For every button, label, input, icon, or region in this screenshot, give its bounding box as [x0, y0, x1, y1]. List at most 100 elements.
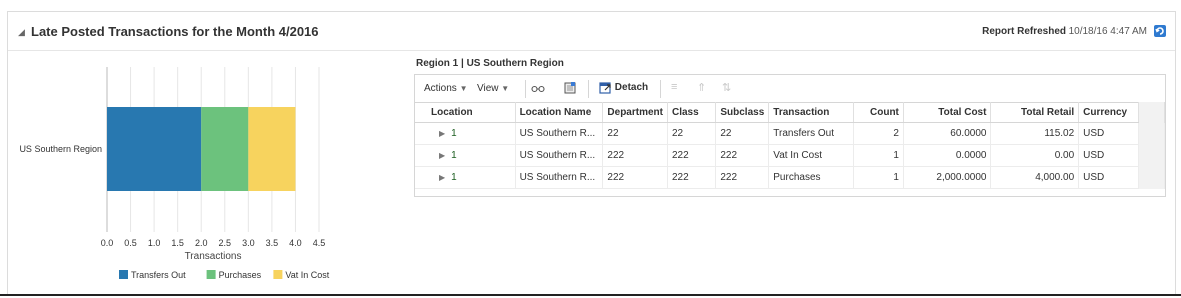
x-tick-label: 2.5: [219, 238, 232, 248]
detach-icon: [599, 82, 611, 94]
actions-menu[interactable]: Actions ▼: [424, 83, 468, 94]
toolbar-divider: [525, 80, 526, 98]
x-tick-label: 1.0: [148, 238, 161, 248]
cell-total-retail: 115.02: [990, 122, 1080, 145]
cell-class: 22: [667, 122, 717, 145]
cell-location: ▶ 1: [415, 144, 516, 167]
legend-label: Vat In Cost: [285, 270, 329, 280]
refresh-timestamp: 10/18/16 4:47 AM: [1068, 26, 1147, 37]
cell-count: 2: [853, 122, 904, 145]
wrap-icon[interactable]: ≡: [671, 81, 677, 93]
bar-segment: [248, 107, 296, 191]
x-tick-label: 3.0: [242, 238, 255, 248]
cell-currency: USD: [1078, 122, 1139, 145]
view-menu-label: View: [477, 83, 499, 94]
col-department[interactable]: Department: [602, 102, 668, 123]
expand-row-icon[interactable]: ▶: [439, 129, 445, 138]
actions-dropdown-icon: ▼: [459, 84, 468, 93]
cell-count: 1: [853, 144, 904, 167]
legend-label: Purchases: [219, 270, 262, 280]
bottom-border: [0, 294, 1181, 296]
col-transaction[interactable]: Transaction: [768, 102, 855, 123]
x-tick-label: 0.0: [101, 238, 114, 248]
cell-class: 222: [667, 144, 717, 167]
toolbar-divider: [588, 80, 589, 98]
table-row[interactable]: ▶ 1 US Southern R... 222 222 222 Vat In C…: [415, 144, 1166, 167]
legend-swatch: [273, 270, 283, 279]
detach-label: Detach: [614, 82, 649, 93]
x-tick-label: 4.0: [289, 238, 302, 248]
col-subclass[interactable]: Subclass: [715, 102, 770, 123]
region-title: Region 1 | US Southern Region: [416, 58, 564, 69]
cell-location: ▶ 1: [415, 166, 516, 189]
reorder-icon[interactable]: ⇅: [722, 81, 731, 94]
row-filler: [1138, 122, 1166, 145]
refresh-label: Report Refreshed: [982, 26, 1066, 37]
cell-total-retail: 0.00: [990, 144, 1080, 167]
cell-transaction: Purchases: [768, 166, 855, 189]
col-count[interactable]: Count: [853, 102, 904, 123]
col-location-name[interactable]: Location Name: [515, 102, 604, 123]
cell-location: ▶ 1: [415, 122, 516, 145]
cell-currency: USD: [1078, 166, 1139, 189]
x-tick-label: 0.5: [124, 238, 137, 248]
col-total-cost[interactable]: Total Cost: [903, 102, 992, 123]
col-location[interactable]: Location: [415, 102, 516, 123]
cell-total-cost: 0.0000: [903, 144, 992, 167]
cell-location-name: US Southern R...: [515, 144, 604, 167]
actions-menu-label: Actions: [424, 83, 457, 94]
cell-location-name: US Southern R...: [515, 122, 604, 145]
cell-department: 222: [602, 166, 668, 189]
table-header-row: Location Location Name Department Class …: [415, 102, 1166, 123]
view-menu[interactable]: View ▼: [477, 83, 509, 94]
cell-transaction: Vat In Cost: [768, 144, 855, 167]
col-class[interactable]: Class: [667, 102, 717, 123]
export-icon[interactable]: [563, 81, 577, 95]
cell-transaction: Transfers Out: [768, 122, 855, 145]
cell-location-name: US Southern R...: [515, 166, 604, 189]
cell-subclass: 222: [715, 166, 770, 189]
table-toolbar: Actions ▼ View ▼ Detach ≡ ⇑ ⇅: [415, 75, 1165, 103]
freeze-glasses-icon[interactable]: [531, 83, 545, 93]
location-link[interactable]: 1: [451, 172, 457, 183]
freeze-icon[interactable]: ⇑: [697, 81, 706, 94]
cell-count: 1: [853, 166, 904, 189]
x-tick-label: 2.0: [195, 238, 208, 248]
x-tick-label: 4.5: [313, 238, 326, 248]
col-currency[interactable]: Currency: [1078, 102, 1139, 123]
toolbar-divider: [660, 80, 661, 98]
header-filler: [1138, 102, 1166, 123]
location-link[interactable]: 1: [451, 128, 457, 139]
legend-swatch: [206, 270, 216, 279]
col-total-retail[interactable]: Total Retail: [990, 102, 1080, 123]
legend-label: Transfers Out: [131, 270, 186, 280]
legend-swatch: [119, 270, 128, 279]
cell-department: 22: [602, 122, 668, 145]
expand-row-icon[interactable]: ▶: [439, 173, 445, 182]
view-dropdown-icon: ▼: [501, 84, 510, 93]
x-axis-label: Transactions: [185, 251, 242, 262]
cell-subclass: 222: [715, 144, 770, 167]
cell-total-cost: 60.0000: [903, 122, 992, 145]
x-tick-label: 1.5: [171, 238, 184, 248]
x-tick-label: 3.5: [266, 238, 279, 248]
refresh-icon[interactable]: [1153, 24, 1167, 38]
location-link[interactable]: 1: [451, 150, 457, 161]
row-filler: [1138, 166, 1166, 189]
expand-row-icon[interactable]: ▶: [439, 151, 445, 160]
cell-total-retail: 4,000.00: [990, 166, 1080, 189]
cell-class: 222: [667, 166, 717, 189]
table-row[interactable]: ▶ 1 US Southern R... 222 222 222 Purchase…: [415, 166, 1166, 189]
table-row[interactable]: ▶ 1 US Southern R... 22 22 22 Transfers O…: [415, 122, 1166, 145]
data-grid: Actions ▼ View ▼ Detach ≡ ⇑ ⇅ Location L…: [414, 74, 1166, 197]
detach-button[interactable]: Detach: [599, 81, 648, 94]
cell-currency: USD: [1078, 144, 1139, 167]
y-category-label: US Southern Region: [19, 144, 102, 154]
stacked-bar-chart: 0.0 0.5 1.0 1.5 2.0 2.5 3.0 3.5 4.0 4.5 US Souther…: [19, 67, 330, 280]
cell-department: 222: [602, 144, 668, 167]
cell-total-cost: 2,000.0000: [903, 166, 992, 189]
transactions-table: Location Location Name Department Class …: [415, 102, 1166, 189]
bar-segment: [201, 107, 249, 191]
bar-segment: [107, 107, 202, 191]
row-filler: [1138, 144, 1166, 167]
